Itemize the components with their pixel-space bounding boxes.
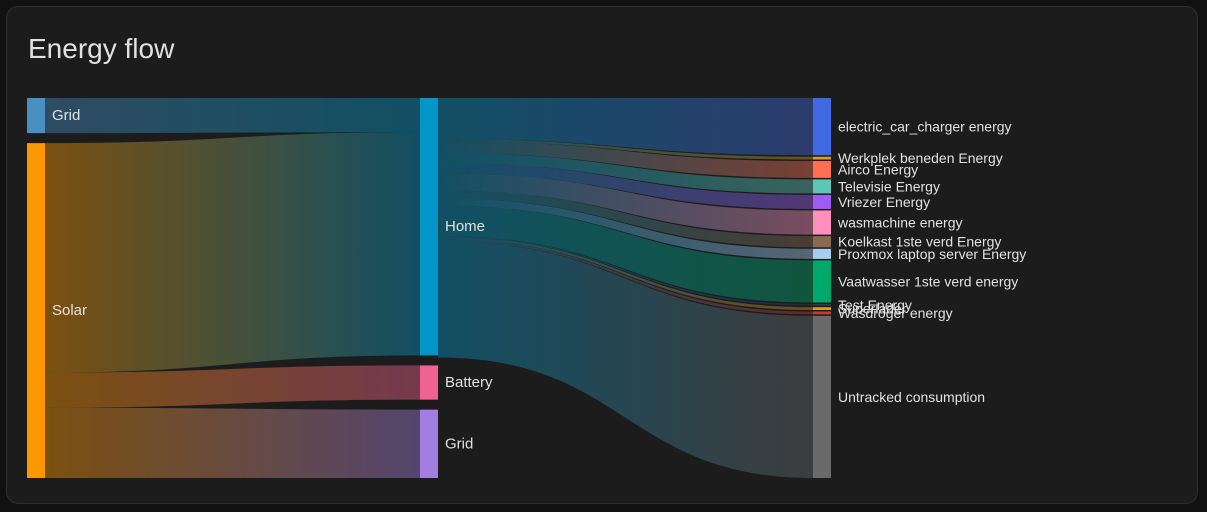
node-label-home: Home	[445, 218, 485, 235]
node-label-wasdroger: Wasdroger energy	[838, 305, 953, 321]
node-grid_in[interactable]	[27, 98, 45, 134]
node-label-untracked: Untracked consumption	[838, 389, 985, 405]
node-battery[interactable]	[420, 365, 438, 400]
flow-link-solar-to-home	[45, 132, 420, 373]
node-label-grid_in: Grid	[52, 107, 80, 124]
node-werkplek[interactable]	[813, 156, 831, 160]
node-label-solar: Solar	[52, 302, 87, 319]
node-label-vriezer: Vriezer Energy	[838, 194, 930, 210]
node-label-vaatwasser: Vaatwasser 1ste verd energy	[838, 273, 1018, 289]
energy-sankey-chart: Grid Solar Home Battery Grid electric_car_cha…	[27, 98, 1026, 479]
node-label-proxmox: Proxmox laptop server Energy	[838, 246, 1026, 262]
node-label-ev: electric_car_charger energy	[838, 119, 1012, 135]
node-wasmachine[interactable]	[813, 210, 831, 235]
node-koelkast[interactable]	[813, 236, 831, 248]
node-label-tv: Televisie Energy	[838, 178, 940, 194]
node-wasdroger[interactable]	[813, 311, 831, 315]
node-test[interactable]	[813, 304, 831, 306]
node-solar[interactable]	[27, 143, 45, 479]
node-untracked[interactable]	[813, 315, 831, 478]
flow-link-solar-to-grid_out	[45, 407, 420, 478]
node-label-wasmachine: wasmachine energy	[837, 215, 963, 231]
flow-link-grid_in-to-home	[45, 98, 420, 134]
node-superlader[interactable]	[813, 307, 831, 310]
node-tv[interactable]	[813, 179, 831, 194]
node-proxmox[interactable]	[813, 248, 831, 259]
node-vaatwasser[interactable]	[813, 260, 831, 303]
node-label-battery: Battery	[445, 374, 493, 391]
node-vriezer[interactable]	[813, 194, 831, 209]
node-grid_out[interactable]	[420, 409, 438, 478]
node-label-grid_out: Grid	[445, 435, 473, 452]
node-home[interactable]	[420, 98, 438, 356]
node-label-airco: Airco Energy	[838, 161, 918, 177]
node-airco[interactable]	[813, 161, 831, 178]
node-ev[interactable]	[813, 98, 831, 156]
